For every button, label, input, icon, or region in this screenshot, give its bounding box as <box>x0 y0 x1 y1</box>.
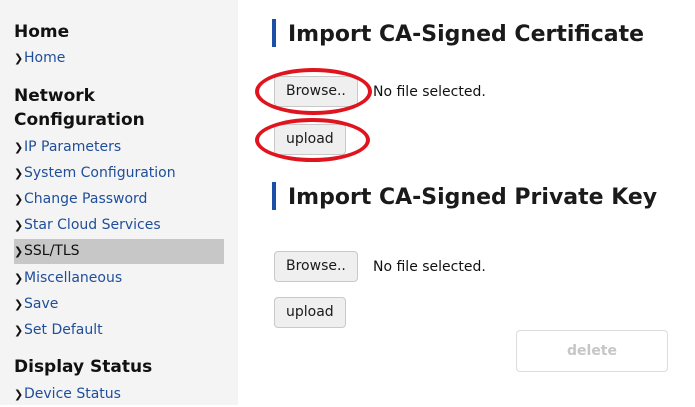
delete-button[interactable]: delete <box>516 330 668 372</box>
chevron-right-icon: ❯ <box>14 272 24 285</box>
sidebar-item-set-default[interactable]: ❯Set Default <box>14 318 224 343</box>
sidebar: Home ❯Home Network Configuration ❯IP Par… <box>0 0 238 405</box>
certificate-upload-button[interactable]: upload <box>274 124 346 155</box>
sidebar-item-ip-parameters[interactable]: ❯IP Parameters <box>14 135 224 160</box>
certificate-browse-button[interactable]: Browse.. <box>274 76 358 107</box>
section-title: Import CA-Signed Private Key <box>288 185 658 210</box>
sidebar-item-label: Set Default <box>24 322 103 338</box>
chevron-right-icon: ❯ <box>14 298 24 311</box>
sidebar-item-label: Save <box>24 296 59 312</box>
sidebar-item-label: Miscellaneous <box>24 270 123 286</box>
sidebar-item-change-password[interactable]: ❯Change Password <box>14 187 224 212</box>
sidebar-item-miscellaneous[interactable]: ❯Miscellaneous <box>14 266 224 291</box>
title-accent-bar <box>272 182 276 210</box>
sidebar-item-device-status[interactable]: ❯Device Status <box>14 382 224 407</box>
sidebar-item-save[interactable]: ❯Save <box>14 292 224 317</box>
chevron-right-icon: ❯ <box>14 141 24 154</box>
sidebar-item-label: Change Password <box>24 191 148 207</box>
chevron-right-icon: ❯ <box>14 167 24 180</box>
title-accent-bar <box>272 19 276 47</box>
sidebar-item-label: Device Status <box>24 386 121 402</box>
sidebar-item-label: Home <box>24 50 66 66</box>
private-key-browse-button[interactable]: Browse.. <box>274 251 358 282</box>
certificate-section-title: Import CA-Signed Certificate <box>272 19 645 50</box>
sidebar-item-label: IP Parameters <box>24 139 122 155</box>
sidebar-item-ssl-tls[interactable]: ❯SSL/TLS <box>14 239 224 264</box>
sidebar-section-network: Network Configuration <box>14 84 145 132</box>
section-title-line: Configuration <box>14 110 145 130</box>
chevron-right-icon: ❯ <box>14 219 24 232</box>
private-key-section-title: Import CA-Signed Private Key <box>272 182 658 213</box>
sidebar-item-star-cloud-services[interactable]: ❯Star Cloud Services <box>14 213 224 238</box>
certificate-file-status: No file selected. <box>373 84 486 100</box>
sidebar-section-display-status: Display Status <box>14 357 153 377</box>
chevron-right-icon: ❯ <box>14 324 24 337</box>
sidebar-section-home: Home <box>14 22 70 42</box>
page-title: Import CA-Signed Certificate <box>288 22 645 47</box>
sidebar-item-label: SSL/TLS <box>24 243 80 259</box>
sidebar-item-system-configuration[interactable]: ❯System Configuration <box>14 161 224 186</box>
chevron-right-icon: ❯ <box>14 388 24 401</box>
section-title-line: Network <box>14 86 95 106</box>
sidebar-item-label: System Configuration <box>24 165 176 181</box>
chevron-right-icon: ❯ <box>14 245 24 258</box>
private-key-file-status: No file selected. <box>373 259 486 275</box>
chevron-right-icon: ❯ <box>14 52 24 65</box>
sidebar-item-home[interactable]: ❯Home <box>14 46 224 71</box>
private-key-upload-button[interactable]: upload <box>274 297 346 328</box>
sidebar-item-label: Star Cloud Services <box>24 217 161 233</box>
chevron-right-icon: ❯ <box>14 193 24 206</box>
